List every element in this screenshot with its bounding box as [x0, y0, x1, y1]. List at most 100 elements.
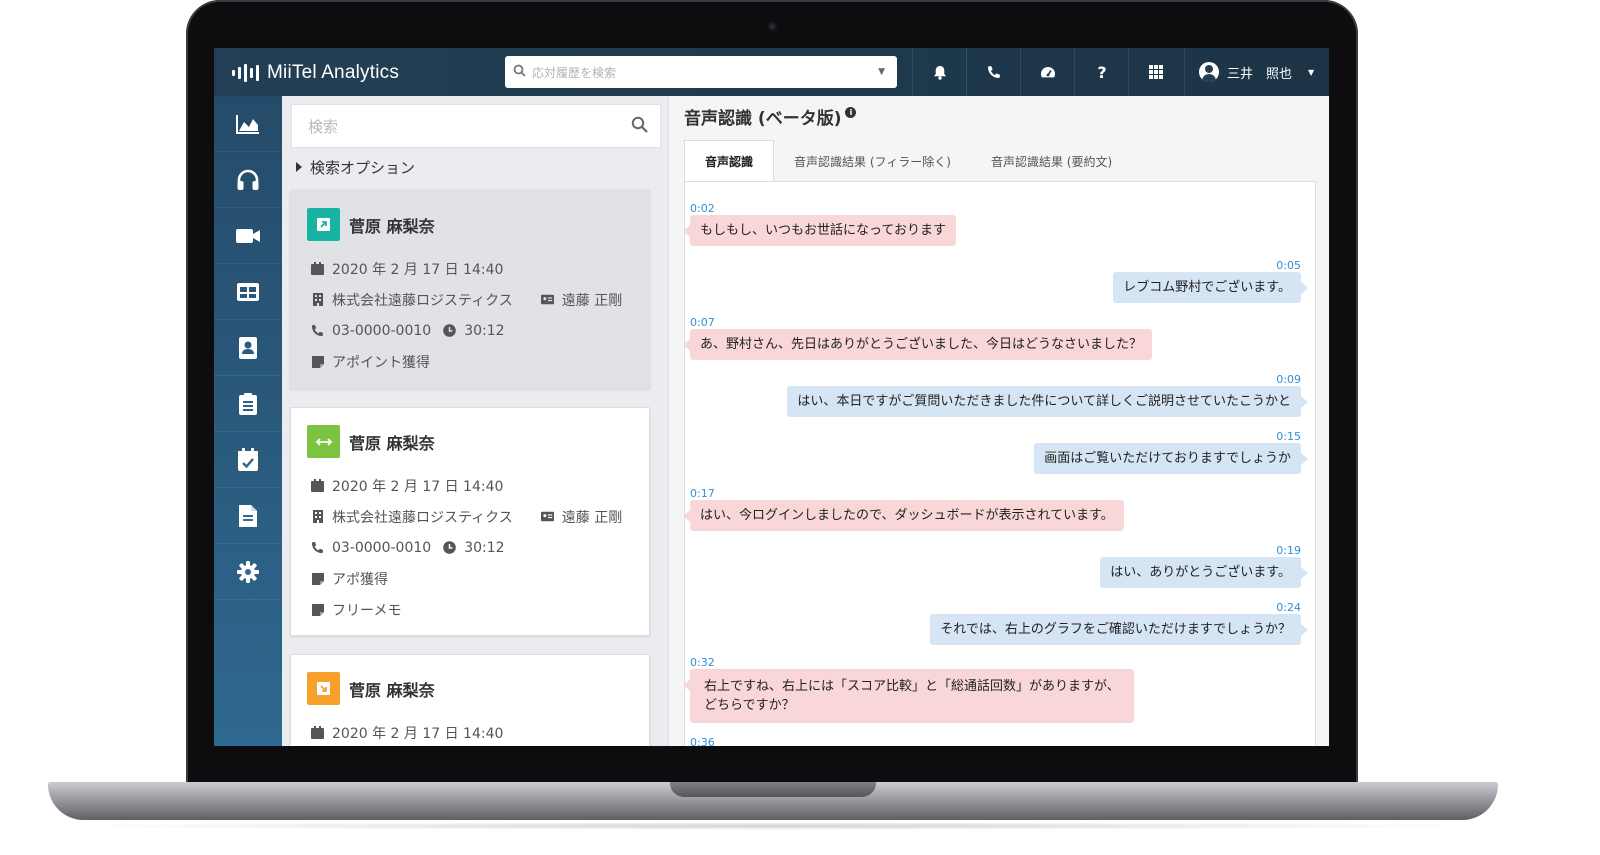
top-bar: MiiTel Analytics 応対履歴を検索 ▼ ? 三井 照也 ▼ [214, 48, 1329, 96]
chevron-down-icon[interactable]: ▼ [878, 67, 885, 77]
transcript-body: 0:02 もしもし、いつもお世話になっております 0:05 レブコム野村でござい… [684, 181, 1316, 746]
sidebar [214, 96, 282, 746]
list-search-input[interactable]: 検索 [291, 104, 661, 148]
dashboard-button[interactable] [1020, 48, 1075, 96]
building-icon [311, 293, 324, 306]
app-logo[interactable]: MiiTel Analytics [232, 62, 399, 84]
message-bubble: レブコム野村でございます。 [1113, 272, 1308, 303]
message-time[interactable]: 0:05 [1113, 259, 1301, 272]
card-title: 菅原 麻梨奈 [349, 216, 435, 236]
message-time[interactable]: 0:07 [690, 316, 1152, 329]
call-duration: 30:12 [464, 322, 505, 339]
call-card[interactable]: 菅原 麻梨奈 2020 年 2 月 17 日 14:40 株式会社遠藤ロジスティ… [290, 407, 650, 636]
message-time[interactable]: 0:15 [1034, 430, 1301, 443]
avatar-icon [1199, 62, 1219, 82]
message-time[interactable]: 0:17 [690, 487, 1124, 500]
calendar-icon [311, 262, 324, 275]
clock-icon [443, 324, 456, 337]
note-icon [311, 572, 324, 585]
message-time[interactable]: 0:19 [1100, 544, 1301, 557]
search-options-toggle[interactable]: 検索オプション [296, 154, 415, 180]
phone-icon [311, 541, 324, 554]
sidebar-item-analytics[interactable] [214, 96, 282, 152]
call-button[interactable] [966, 48, 1021, 96]
message-time[interactable]: 0:24 [930, 601, 1301, 614]
tab-summary[interactable]: 音声認識結果 (要約文) [971, 140, 1132, 182]
call-date: 2020 年 2 月 17 日 14:40 [332, 725, 504, 742]
sidebar-item-table[interactable] [214, 264, 282, 320]
contact-card-icon [540, 510, 554, 523]
headphones-icon [237, 169, 259, 190]
bell-icon [934, 65, 946, 80]
call-card[interactable]: 菅原 麻梨奈 2020 年 2 月 17 日 14:40 [290, 654, 650, 746]
clipboard-icon [239, 392, 257, 415]
message-item: 0:02 もしもし、いつもお世話になっております [685, 202, 956, 246]
message-time[interactable]: 0:32 [690, 656, 1134, 669]
video-icon [236, 228, 260, 243]
phone-number: 03-0000-0010 [332, 539, 432, 556]
message-item: 0:15 画面はご覧いただけておりますでしょうか [1034, 430, 1308, 474]
message-item: 0:07 あ、野村さん、先日はありがとうございました、今日はどうなさいました？ [685, 316, 1153, 360]
call-card[interactable]: 菅原 麻梨奈 2020 年 2 月 17 日 14:40 株式会社遠藤ロジスティ… [290, 190, 650, 389]
call-note: アポ獲得 [332, 571, 388, 588]
contact-card-icon [540, 293, 554, 306]
laptop-shadow [60, 822, 1490, 830]
message-item: 0:17 はい、今ログインしましたので、ダッシュボードが表示されています。 [685, 487, 1124, 531]
sidebar-item-calls[interactable] [214, 152, 282, 208]
dashboard-icon [1041, 67, 1055, 78]
list-search-placeholder: 検索 [308, 117, 339, 136]
tab-filler-removed[interactable]: 音声認識結果 (フィラー除く) [774, 140, 971, 182]
sidebar-item-tasks[interactable] [214, 376, 282, 432]
user-menu[interactable]: 三井 照也 ▼ [1184, 48, 1329, 96]
note-icon [311, 355, 324, 368]
company-name: 株式会社遠藤ロジスティクス [332, 292, 513, 309]
message-item: 0:36 [690, 736, 715, 746]
building-icon [311, 510, 324, 523]
message-time[interactable]: 0:09 [787, 373, 1301, 386]
card-title: 菅原 麻梨奈 [349, 680, 435, 700]
notifications-button[interactable] [912, 48, 967, 96]
apps-grid-icon [1149, 65, 1163, 79]
calendar-icon [311, 726, 324, 739]
sidebar-item-video[interactable] [214, 208, 282, 264]
message-bubble: それでは、右上のグラフをご確認いただけますでしょうか？ [930, 614, 1308, 645]
table-icon [237, 282, 259, 301]
sidebar-item-settings[interactable] [214, 544, 282, 600]
sidebar-item-reports[interactable] [214, 488, 282, 544]
logo-icon [232, 63, 259, 83]
sidebar-item-contacts[interactable] [214, 320, 282, 376]
message-bubble: あ、野村さん、先日はありがとうございました、今日はどうなさいました？ [685, 329, 1153, 360]
history-search-placeholder: 応対履歴を検索 [532, 65, 617, 80]
phone-icon [988, 66, 1001, 78]
tab-speech-recognition[interactable]: 音声認識 [684, 140, 775, 182]
apps-button[interactable] [1128, 48, 1183, 96]
message-bubble: はい、今ログインしましたので、ダッシュボードが表示されています。 [685, 500, 1124, 531]
sidebar-item-schedule[interactable] [214, 432, 282, 488]
transfer-call-icon [307, 425, 340, 458]
info-icon[interactable]: i [845, 107, 857, 118]
call-duration: 30:12 [464, 539, 505, 556]
message-time[interactable]: 0:36 [690, 736, 715, 746]
message-bubble: はい、本日ですがご質問いただきました件について詳しくご説明させていたこうかと [787, 386, 1308, 417]
message-bubble: 画面はご覧いただけておりますでしょうか [1034, 443, 1308, 474]
message-bubble: もしもし、いつもお世話になっております [685, 215, 956, 246]
history-search-input[interactable]: 応対履歴を検索 ▼ [505, 56, 897, 88]
contact-icon [239, 336, 257, 359]
webcam [768, 22, 777, 31]
call-note: フリーメモ [332, 602, 402, 619]
message-bubble: はい、ありがとうございます。 [1100, 557, 1308, 588]
search-icon[interactable] [631, 116, 648, 137]
app-screen: MiiTel Analytics 応対履歴を検索 ▼ ? 三井 照也 ▼ 検索 … [214, 48, 1329, 746]
message-bubble: 右上ですね、右上には「スコア比較」と「総通話回数」がありますが、 どちらですか？ [685, 669, 1134, 723]
call-list-panel: 検索 検索オプション 菅原 麻梨奈 2020 年 2 月 17 日 14:40 … [282, 96, 669, 746]
call-note: アポイント獲得 [332, 354, 430, 371]
message-time[interactable]: 0:02 [690, 202, 956, 215]
laptop-notch [670, 782, 876, 797]
help-button[interactable]: ? [1074, 48, 1129, 96]
chevron-down-icon: ▼ [1308, 67, 1315, 77]
call-date: 2020 年 2 月 17 日 14:40 [332, 478, 504, 495]
user-name: 三井 照也 [1227, 66, 1293, 82]
search-options-label: 検索オプション [310, 158, 416, 177]
card-title: 菅原 麻梨奈 [349, 433, 435, 453]
message-item: 0:32 右上ですね、右上には「スコア比較」と「総通話回数」がありますが、 どち… [685, 656, 1134, 723]
